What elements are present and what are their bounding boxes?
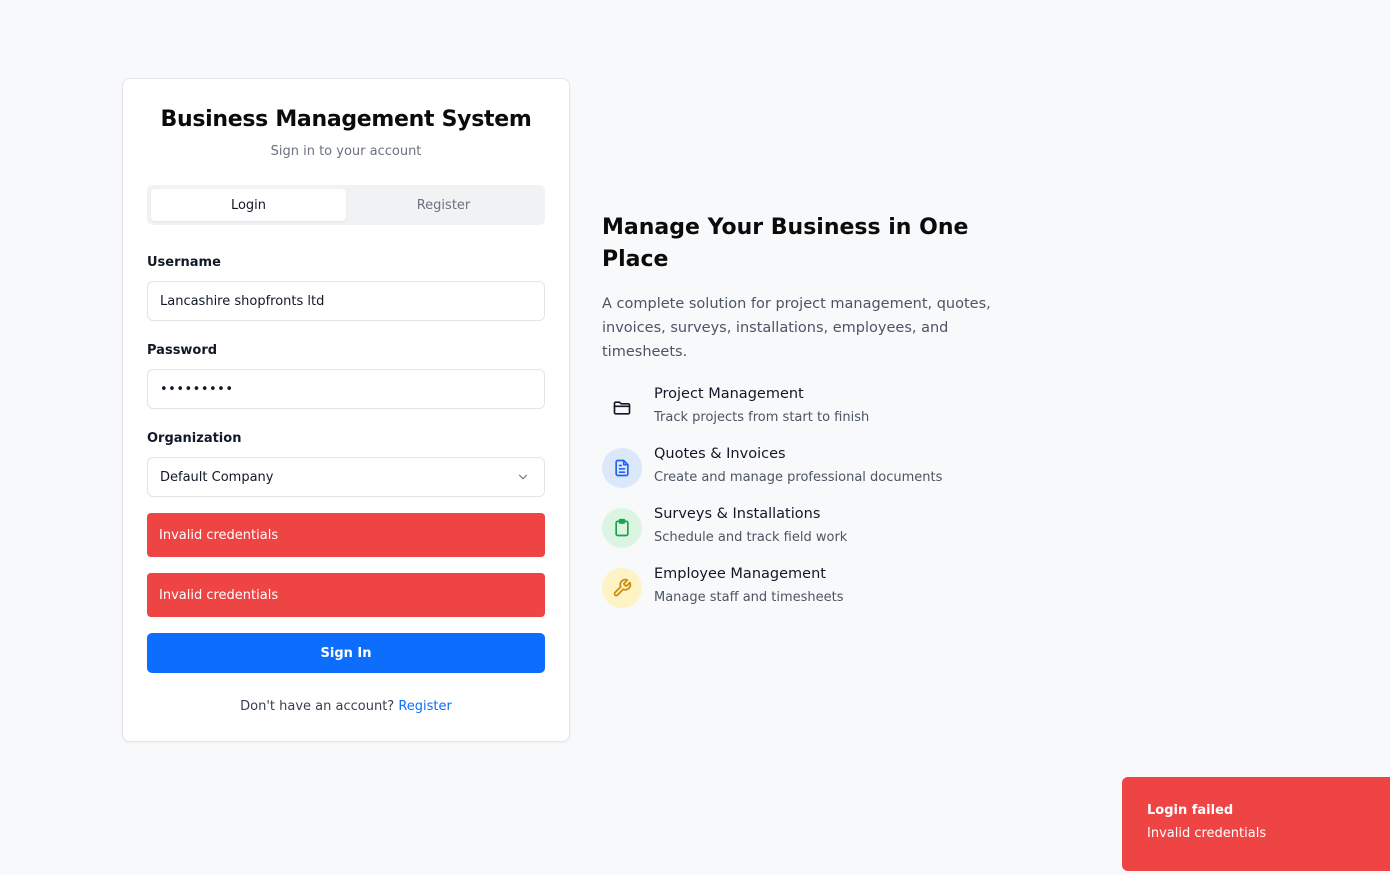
feature-description: Create and manage professional documents bbox=[654, 470, 943, 485]
folder-icon bbox=[602, 388, 642, 428]
organization-select[interactable]: Default Company bbox=[147, 457, 545, 497]
feature-description: Manage staff and timesheets bbox=[654, 590, 844, 605]
hero-description: A complete solution for project manageme… bbox=[602, 296, 991, 360]
wrench-icon bbox=[602, 568, 642, 608]
feature-description: Schedule and track field work bbox=[654, 530, 848, 545]
toast-message: Invalid credentials bbox=[1147, 826, 1267, 841]
app-subtitle: Sign in to your account bbox=[270, 144, 422, 159]
feature-item: Quotes & Invoices Create and manage prof… bbox=[602, 446, 1022, 492]
app-title: Business Management System bbox=[160, 107, 532, 132]
hero-title: Manage Your Business in One Place bbox=[602, 215, 969, 272]
password-value: ••••••••• bbox=[160, 381, 234, 397]
chevron-down-icon bbox=[518, 474, 528, 480]
password-label: Password bbox=[147, 343, 218, 358]
register-prompt: Don't have an account? Register bbox=[123, 699, 569, 714]
feature-title: Quotes & Invoices bbox=[654, 446, 786, 462]
feature-item: Surveys & Installations Schedule and tra… bbox=[602, 506, 1022, 552]
login-card: Business Management System Sign in to yo… bbox=[122, 78, 570, 742]
feature-description: Track projects from start to finish bbox=[654, 410, 870, 425]
username-value: Lancashire shopfronts ltd bbox=[160, 293, 325, 309]
sign-in-button[interactable]: Sign In bbox=[147, 633, 545, 673]
password-input[interactable]: ••••••••• bbox=[147, 369, 545, 409]
error-toast[interactable]: Login failed Invalid credentials bbox=[1122, 777, 1390, 871]
register-link[interactable]: Register bbox=[398, 699, 452, 714]
organization-value: Default Company bbox=[160, 469, 274, 485]
feature-item: Project Management Track projects from s… bbox=[602, 386, 1022, 432]
feature-title: Project Management bbox=[654, 386, 804, 402]
toast-title: Login failed bbox=[1147, 803, 1234, 818]
feature-title: Surveys & Installations bbox=[654, 506, 821, 522]
tab-login[interactable]: Login bbox=[151, 189, 346, 221]
error-alert: Invalid credentials bbox=[147, 513, 545, 557]
tab-register[interactable]: Register bbox=[346, 189, 541, 221]
error-alert: Invalid credentials bbox=[147, 573, 545, 617]
username-input[interactable]: Lancashire shopfronts ltd bbox=[147, 281, 545, 321]
auth-tabs: Login Register bbox=[147, 185, 545, 225]
username-label: Username bbox=[147, 255, 221, 270]
register-prompt-text: Don't have an account? bbox=[240, 699, 399, 714]
feature-item: Employee Management Manage staff and tim… bbox=[602, 566, 1022, 612]
clipboard-icon bbox=[602, 508, 642, 548]
feature-title: Employee Management bbox=[654, 566, 826, 582]
document-icon bbox=[602, 448, 642, 488]
organization-label: Organization bbox=[147, 431, 242, 446]
